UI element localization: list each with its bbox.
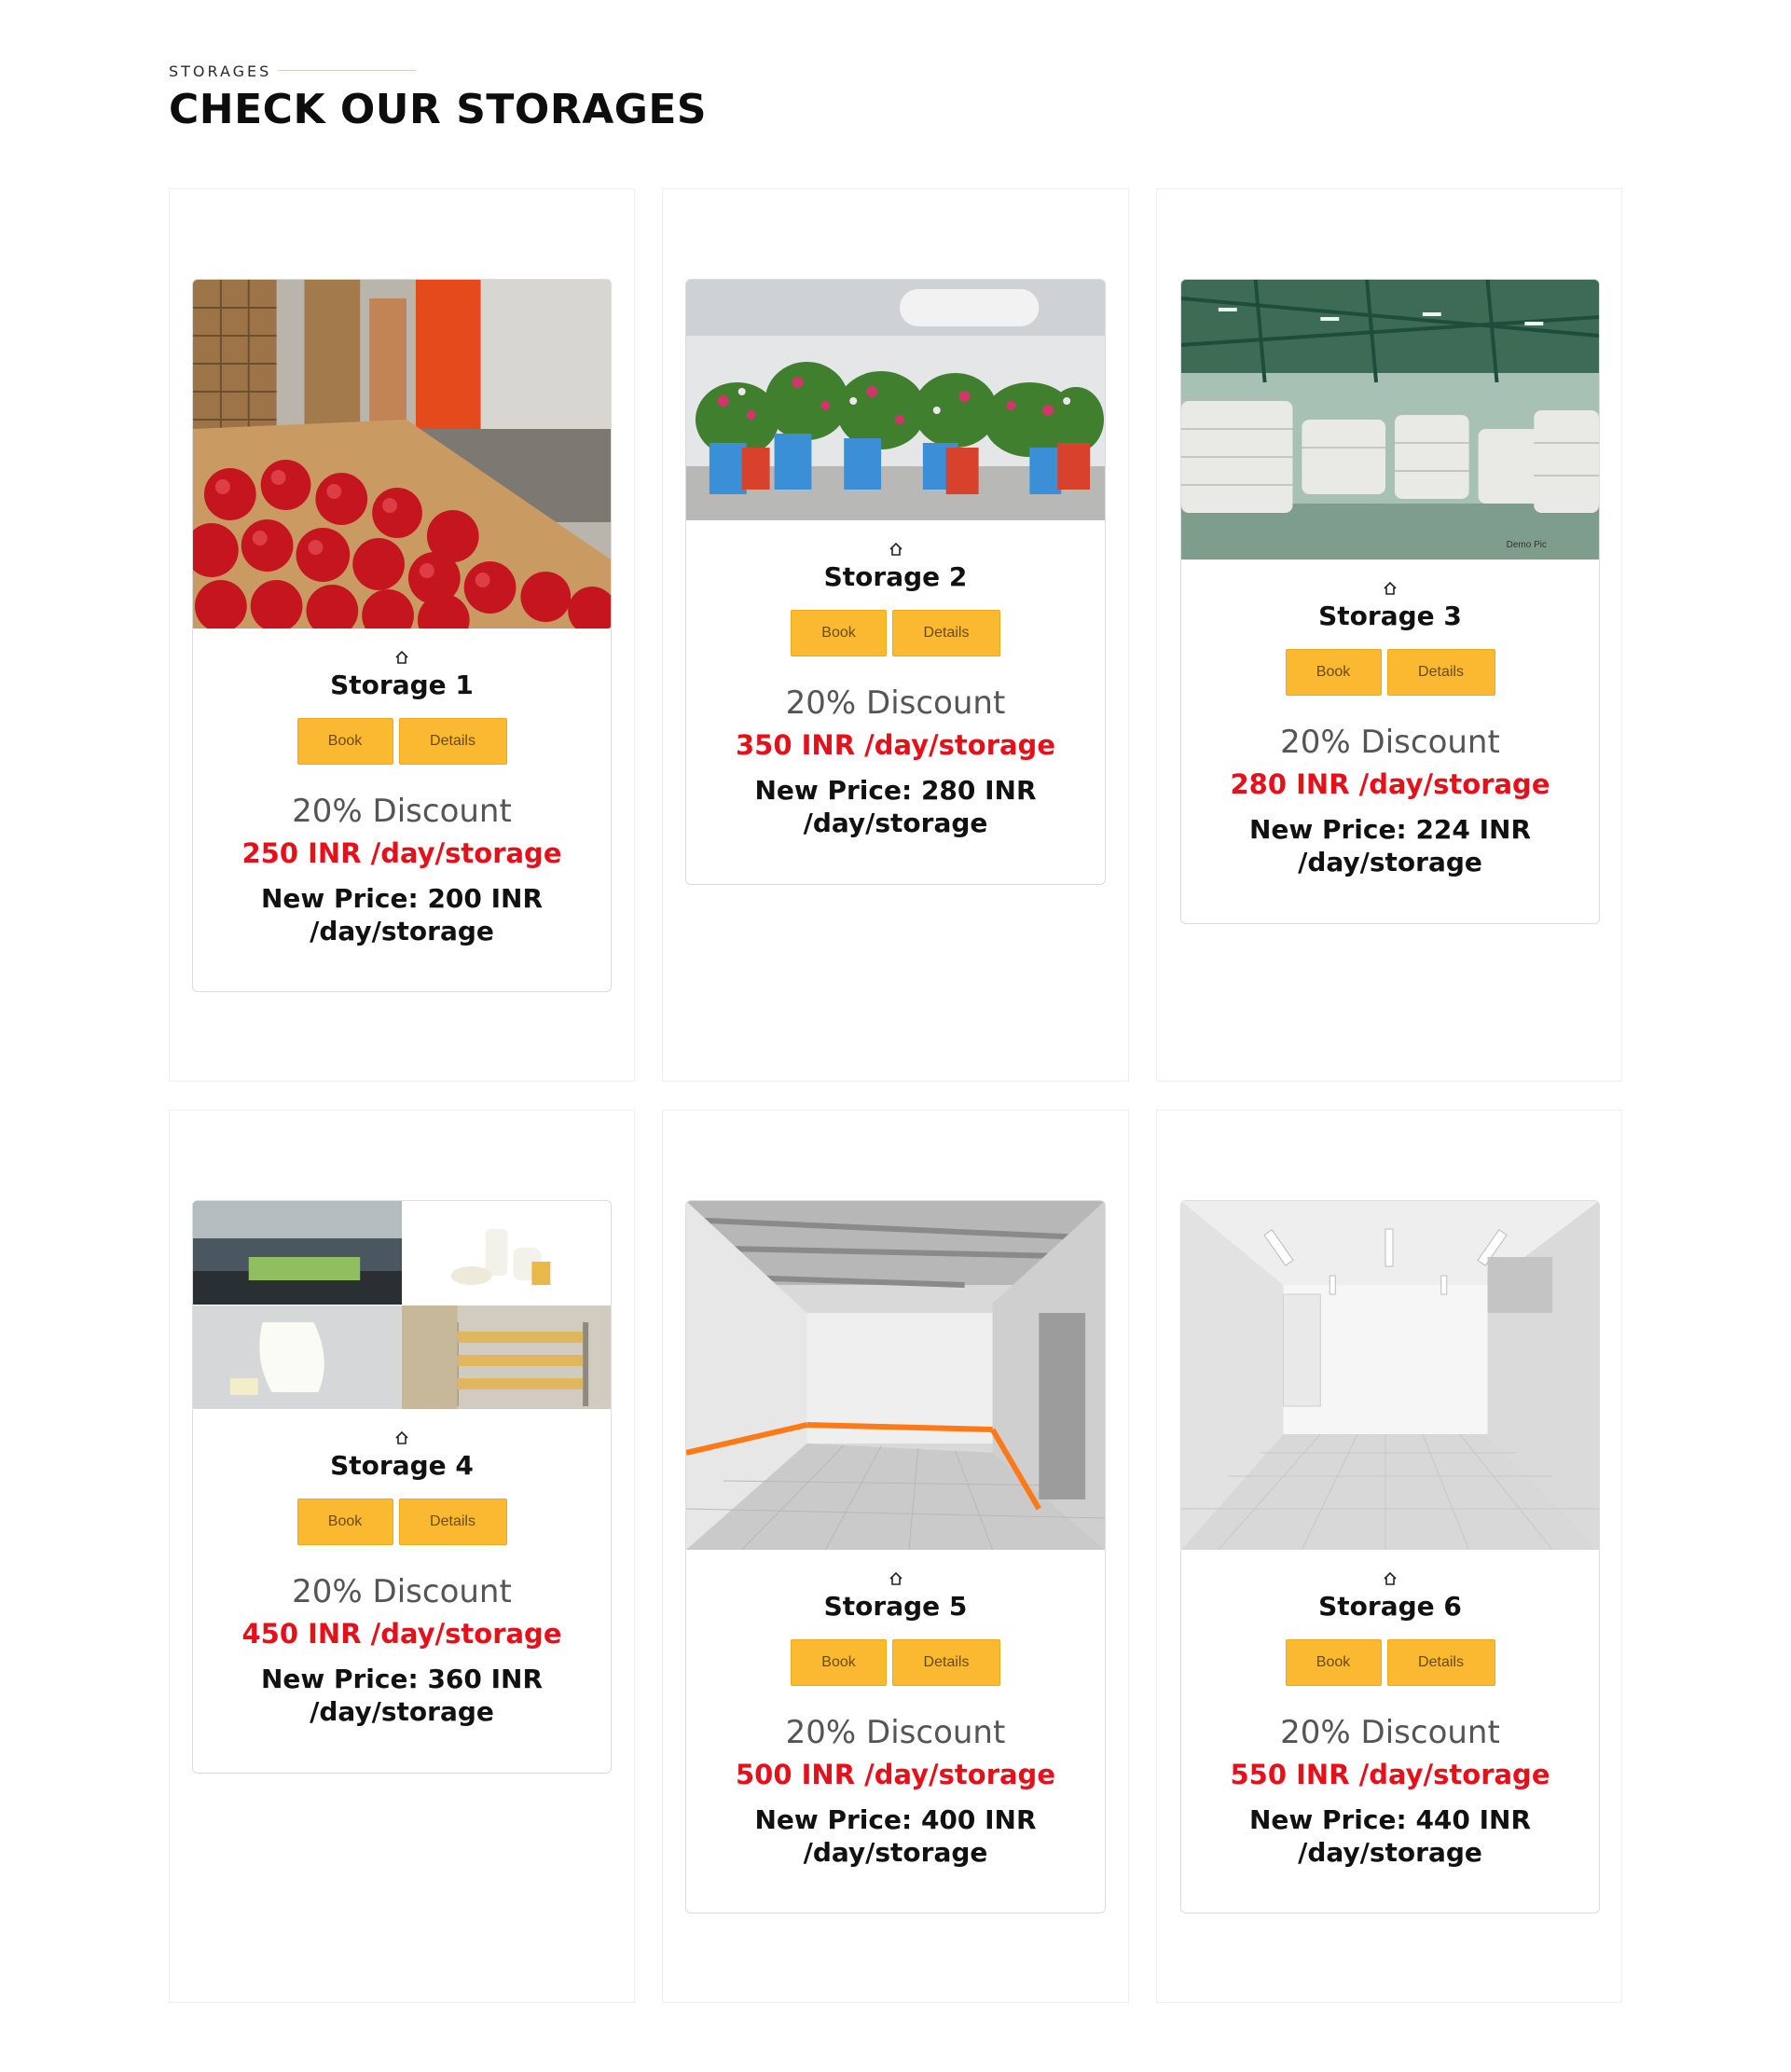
storage-card: Storage 5 Book Details 20% Discount 500 … [685,1200,1106,1913]
image-caption: Demo Pic [1506,540,1547,550]
storage-image: Demo Pic [1181,280,1599,559]
price-text: 350 INR /day/storage [736,729,1055,761]
discount-text: 20% Discount [292,793,512,830]
home-icon [889,542,902,556]
storage-name: Storage 3 [1318,601,1462,631]
price-text: 550 INR /day/storage [1230,1759,1550,1790]
new-price-text: New Price: 400 INR /day/storage [754,1804,1037,1868]
price-text: 450 INR /day/storage [241,1618,562,1650]
price-text: 280 INR /day/storage [1230,768,1550,800]
new-price-text: New Price: 360 INR /day/storage [260,1664,544,1727]
storage-image [1181,1201,1599,1550]
storage-card: Storage 1 Book Details 20% Discount 250 … [192,279,612,992]
details-button[interactable]: Details [1386,1639,1495,1686]
home-icon [889,1571,902,1585]
page-title: CHECK OUR STORAGES [169,86,708,133]
details-button[interactable]: Details [1386,649,1495,696]
home-icon [1384,581,1397,595]
book-button[interactable]: Book [791,1639,887,1686]
storage-card: Demo Pic Storage 3 Book Details 20% Disc… [1180,279,1600,924]
discount-text: 20% Discount [785,684,1006,722]
price-text: 500 INR /day/storage [736,1759,1055,1790]
storage-card: Storage 2 Book Details 20% Discount 350 … [685,279,1106,885]
new-price-text: New Price: 280 INR /day/storage [754,775,1037,838]
discount-text: 20% Discount [785,1714,1006,1751]
storage-name: Storage 1 [330,670,474,700]
book-button[interactable]: Book [1285,1639,1382,1686]
home-icon [1384,1571,1397,1585]
book-button[interactable]: Book [1285,649,1382,696]
storage-image [686,1201,1105,1550]
details-button[interactable]: Details [892,1639,1000,1686]
new-price-text: New Price: 200 INR /day/storage [260,883,544,946]
details-button[interactable]: Details [892,610,1000,656]
storage-name: Storage 2 [823,561,968,592]
discount-text: 20% Discount [292,1573,512,1610]
price-text: 250 INR /day/storage [241,837,562,869]
section-label: STORAGES [169,62,272,80]
book-button[interactable]: Book [296,718,393,765]
storage-image [193,280,611,629]
book-button[interactable]: Book [296,1499,393,1545]
storage-image [193,1201,611,1409]
discount-text: 20% Discount [1280,1714,1500,1751]
storage-name: Storage 4 [330,1450,474,1481]
details-button[interactable]: Details [398,1499,507,1545]
storage-card: Storage 6 Book Details 20% Discount 550 … [1180,1200,1600,1913]
storage-image [686,280,1105,520]
storage-name: Storage 5 [823,1591,968,1622]
storage-name: Storage 6 [1318,1591,1462,1622]
book-button[interactable]: Book [791,610,887,656]
new-price-text: New Price: 440 INR /day/storage [1248,1804,1532,1868]
new-price-text: New Price: 224 INR /day/storage [1248,814,1532,877]
section-label-underline [279,70,416,71]
discount-text: 20% Discount [1280,724,1500,761]
details-button[interactable]: Details [398,718,507,765]
storage-card: Storage 4 Book Details 20% Discount 450 … [192,1200,612,1774]
home-icon [395,1430,408,1444]
home-icon [395,650,408,664]
